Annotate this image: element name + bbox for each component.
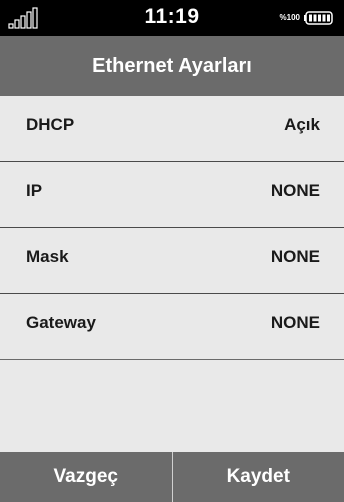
footer-actions: Vazgeç Kaydet	[0, 452, 344, 502]
setting-row-ip[interactable]: IP NONE	[0, 162, 344, 228]
setting-label: DHCP	[26, 115, 75, 134]
setting-value: NONE	[270, 247, 320, 266]
battery-full-icon	[304, 11, 333, 25]
setting-label: Mask	[26, 247, 69, 266]
setting-row-mask[interactable]: Mask NONE	[0, 228, 344, 294]
setting-row-dhcp[interactable]: DHCP Açık	[0, 96, 344, 162]
save-button[interactable]: Kaydet	[173, 452, 344, 502]
setting-label: IP	[26, 181, 43, 200]
cancel-button[interactable]: Vazgeç	[0, 452, 172, 502]
setting-row-gateway[interactable]: Gateway NONE	[0, 294, 344, 360]
page-title: Ethernet Ayarları	[0, 36, 344, 96]
ethernet-settings-screen: 11:19 %100 Ethernet Ayarları DHCP Açık I…	[0, 0, 344, 502]
status-bar: 11:19 %100	[0, 0, 344, 36]
setting-label: Gateway	[26, 313, 96, 332]
setting-value: NONE	[270, 313, 320, 332]
setting-value: NONE	[270, 181, 320, 200]
battery-percent: %100	[279, 13, 300, 22]
settings-list: DHCP Açık IP NONE Mask NONE Gateway NONE	[0, 96, 344, 360]
setting-value: Açık	[284, 115, 320, 134]
